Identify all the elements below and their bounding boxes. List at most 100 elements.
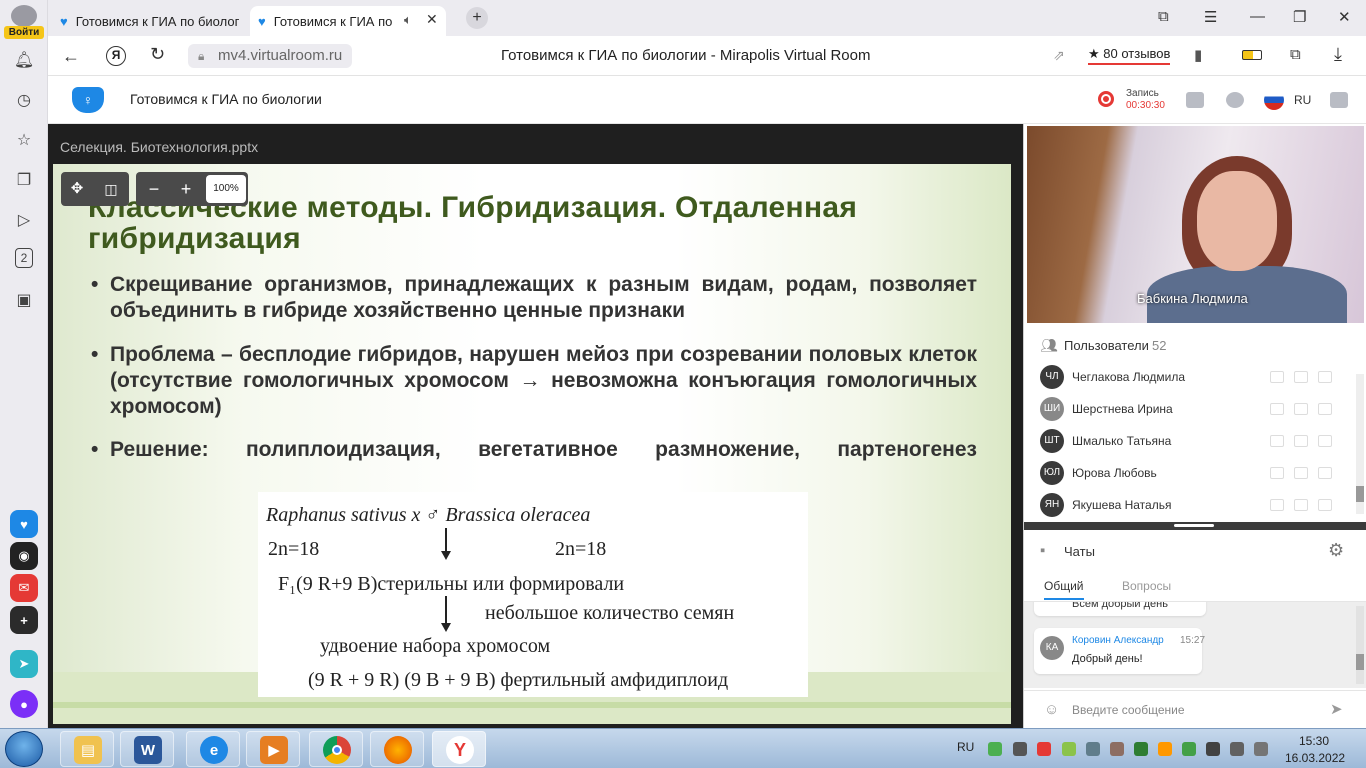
taskbar-word[interactable]: W [120, 731, 174, 767]
screen-icon[interactable] [1318, 435, 1332, 447]
mic-icon[interactable] [1270, 403, 1284, 415]
url-field[interactable]: 🔒︎ mv4.virtualroom.ru [188, 44, 353, 68]
mic-icon[interactable] [1270, 467, 1284, 479]
assistant-app-icon[interactable]: ● [10, 690, 38, 718]
bookmarks-panel-icon[interactable]: ⧉ [1158, 8, 1169, 25]
clock-date[interactable]: 16.03.2022 [1285, 751, 1345, 765]
chat-input[interactable]: ☺ Введите сообщение ➤ [1024, 690, 1366, 728]
mic-icon[interactable] [1270, 371, 1284, 383]
list-item[interactable]: ЧЛ Чеглакова Людмила [1024, 362, 1354, 394]
taskbar-chrome[interactable] [309, 731, 363, 767]
taskbar-ie[interactable]: e [186, 731, 240, 767]
tray-icon-3[interactable] [1062, 742, 1076, 756]
messenger-app-icon[interactable]: ➤ [10, 650, 38, 678]
camera-icon[interactable] [1294, 371, 1308, 383]
divider-grip[interactable] [1174, 524, 1214, 527]
info-icon[interactable] [1226, 92, 1244, 108]
tray-icon-1[interactable] [988, 742, 1002, 756]
new-tab-button[interactable]: + [466, 7, 488, 29]
tab-general[interactable]: Общий [1044, 579, 1084, 600]
battery-icon[interactable] [1242, 50, 1262, 60]
scrollbar-thumb[interactable] [1356, 654, 1364, 670]
camera-icon[interactable] [1294, 467, 1308, 479]
language-selector[interactable]: RU [1294, 93, 1311, 107]
mic-icon[interactable] [1270, 499, 1284, 511]
reviews-link[interactable]: ★ 80 отзывов [1088, 46, 1171, 65]
camera-icon[interactable] [1294, 499, 1308, 511]
taskbar-media[interactable]: ▶ [246, 731, 300, 767]
folder-icon[interactable] [1186, 92, 1204, 108]
close-window-icon[interactable]: ✕ [1338, 8, 1351, 26]
alice-app-icon[interactable]: ◉ [10, 542, 38, 570]
list-item[interactable]: ШТ Шмалько Татьяна [1024, 426, 1354, 458]
camera-icon[interactable] [1294, 403, 1308, 415]
history-icon[interactable]: ◷ [12, 88, 36, 112]
browser-tab-2[interactable]: ♥ Готовимся к ГИА по 🔈︎ ✕ [250, 6, 446, 36]
list-item[interactable]: ЯН Якушева Наталья [1024, 490, 1354, 522]
close-tab-icon[interactable]: ✕ [426, 11, 438, 28]
tabs-count-icon[interactable]: 2 [15, 248, 33, 268]
tab-questions[interactable]: Вопросы [1122, 579, 1171, 593]
volume-icon[interactable] [1254, 742, 1268, 756]
tray-icon-6[interactable] [1134, 742, 1148, 756]
move-icon[interactable]: ✥ [67, 179, 87, 199]
taskbar-firefox[interactable] [370, 731, 424, 767]
scrollbar-thumb[interactable] [1356, 486, 1364, 502]
user-list-scrollbar[interactable] [1356, 374, 1364, 514]
mic-icon[interactable] [1270, 435, 1284, 447]
flag-icon[interactable] [1206, 742, 1220, 756]
play-icon[interactable]: ▷ [12, 208, 36, 232]
back-icon[interactable]: ← [62, 46, 80, 67]
exit-icon[interactable] [1330, 92, 1348, 108]
input-language[interactable]: RU [957, 740, 974, 754]
screen-icon[interactable] [1318, 403, 1332, 415]
zoom-level[interactable]: 100% [206, 175, 246, 203]
battery-tray-icon[interactable] [1230, 742, 1244, 756]
yandex-icon[interactable]: Я [106, 46, 126, 66]
menu-icon[interactable]: ☰ [1204, 8, 1217, 26]
screen-icon[interactable] [1318, 467, 1332, 479]
zoom-in-button[interactable]: + [176, 179, 196, 199]
tray-yandex-icon[interactable] [1037, 742, 1051, 756]
gear-icon[interactable]: ⚙ [1328, 540, 1344, 561]
fit-width-icon[interactable]: ◫ [101, 179, 121, 199]
restore-icon[interactable]: ❐ [1293, 8, 1306, 26]
login-button[interactable]: Войти [4, 26, 44, 39]
list-item[interactable]: ЮЛ Юрова Любовь [1024, 458, 1354, 490]
screen-icon[interactable] [1318, 499, 1332, 511]
record-icon[interactable] [1098, 91, 1114, 107]
taskbar-explorer[interactable]: ▤ [60, 731, 114, 767]
bookmark-icon[interactable]: ▮ [1194, 46, 1202, 64]
russian-flag-icon[interactable] [1264, 90, 1284, 110]
zoom-out-button[interactable]: − [144, 179, 164, 199]
chat-scrollbar[interactable] [1356, 606, 1364, 684]
tray-icon-7[interactable] [1158, 742, 1172, 756]
extensions-icon[interactable]: ⧉ [1290, 46, 1301, 63]
speaker-icon[interactable]: 🔈︎ [404, 12, 412, 28]
mirapolis-app-icon[interactable]: ♥ [10, 510, 38, 538]
camera-icon[interactable] [1294, 435, 1308, 447]
list-item[interactable]: ШИ Шерстнева Ирина [1024, 394, 1354, 426]
add-app-icon[interactable]: + [10, 606, 38, 634]
clock-time[interactable]: 15:30 [1299, 734, 1329, 748]
send-icon[interactable]: ➤ [1330, 700, 1343, 718]
profile-avatar[interactable] [11, 5, 37, 27]
share-icon[interactable]: ⇗ [1053, 47, 1065, 64]
panel-divider[interactable] [1024, 522, 1366, 530]
download-icon[interactable]: ⤓ [1334, 44, 1342, 65]
reload-icon[interactable]: ↻ [150, 44, 165, 65]
tray-icon-2[interactable] [1013, 742, 1027, 756]
speaker-video[interactable]: Бабкина Людмила [1027, 126, 1364, 323]
users-header[interactable]: 👥︎ Пользователи 52 [1024, 329, 1366, 361]
tray-icon-8[interactable] [1182, 742, 1196, 756]
bell-icon[interactable]: 🔔︎ [12, 48, 36, 72]
tray-icon-5[interactable] [1110, 742, 1124, 756]
minimize-icon[interactable]: — [1250, 8, 1265, 25]
star-icon[interactable]: ☆ [12, 128, 36, 152]
start-button[interactable] [5, 731, 43, 767]
taskbar-yandex[interactable]: Y [432, 731, 486, 767]
emoji-icon[interactable]: ☺ [1044, 701, 1059, 718]
collections-icon[interactable]: ❐ [12, 168, 36, 192]
mail-app-icon[interactable]: ✉ [10, 574, 38, 602]
tray-icon-4[interactable] [1086, 742, 1100, 756]
